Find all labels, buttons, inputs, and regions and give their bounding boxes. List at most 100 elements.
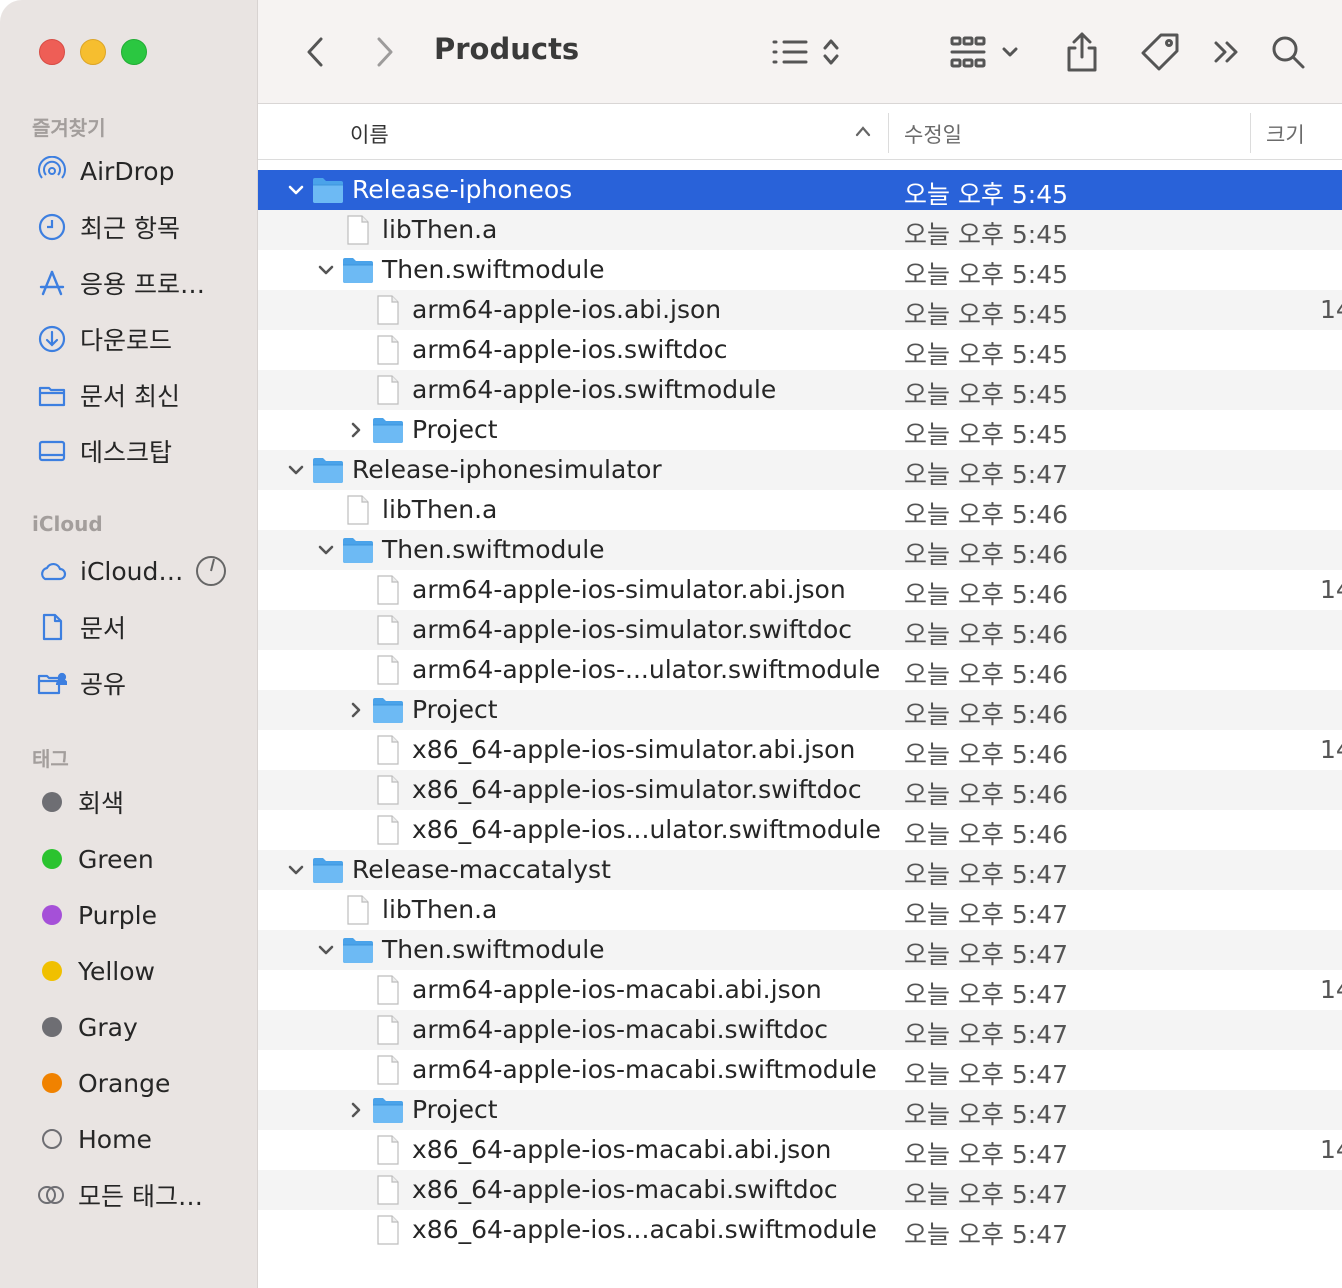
folder-row[interactable]: Then.swiftmodule 오늘 오후 5:45 bbox=[258, 250, 1342, 290]
row-name: x86_64-apple-ios...acabi.swiftmodule bbox=[412, 1215, 877, 1244]
file-row[interactable]: x86_64-apple-ios-macabi.abi.json 오늘 오후 5:… bbox=[258, 1130, 1342, 1170]
row-name: libThen.a bbox=[382, 895, 498, 924]
forward-button[interactable] bbox=[368, 28, 402, 76]
file-row[interactable]: libThen.a 오늘 오후 5:47 bbox=[258, 890, 1342, 930]
download-icon bbox=[36, 323, 68, 355]
minimize-button[interactable] bbox=[80, 39, 106, 65]
disclosure-expanded-icon[interactable] bbox=[284, 178, 308, 202]
search-icon bbox=[1272, 36, 1305, 69]
folder-row[interactable]: Project 오늘 오후 5:45 bbox=[258, 410, 1342, 450]
column-size-header[interactable]: 크기 bbox=[1266, 119, 1305, 149]
file-row[interactable]: x86_64-apple-ios...ulator.swiftmodule 오늘 … bbox=[258, 810, 1342, 850]
column-divider[interactable] bbox=[1250, 113, 1251, 153]
row-date: 오늘 오후 5:45 bbox=[904, 380, 1069, 409]
row-date: 오늘 오후 5:47 bbox=[904, 1180, 1069, 1209]
file-row[interactable]: arm64-apple-ios-simulator.abi.json 오늘 오후 … bbox=[258, 570, 1342, 610]
sidebar-item-recents[interactable]: 최근 항목 bbox=[36, 207, 180, 247]
row-name: x86_64-apple-ios-simulator.abi.json bbox=[412, 735, 856, 764]
disclosure-expanded-icon[interactable] bbox=[314, 258, 338, 282]
row-size: 14 bbox=[1320, 1135, 1342, 1164]
file-row[interactable]: arm64-apple-ios-...ulator.swiftmodule 오늘 … bbox=[258, 650, 1342, 690]
folder-row[interactable]: Release-iphoneos 오늘 오후 5:45 bbox=[258, 170, 1342, 210]
search-button[interactable] bbox=[1268, 28, 1308, 76]
sidebar-item-documents-recent[interactable]: 문서 최신 bbox=[36, 375, 180, 415]
file-icon bbox=[372, 655, 404, 685]
folder-row[interactable]: Project 오늘 오후 5:46 bbox=[258, 690, 1342, 730]
row-size: 14 bbox=[1320, 295, 1342, 324]
file-icon bbox=[372, 375, 404, 405]
row-date: 오늘 오후 5:46 bbox=[904, 740, 1069, 769]
disclosure-collapsed-icon[interactable] bbox=[344, 418, 368, 442]
sidebar-item-icloud-drive[interactable]: iCloud… bbox=[36, 551, 227, 591]
file-row[interactable]: arm64-apple-ios.abi.json 오늘 오후 5:45 14 bbox=[258, 290, 1342, 330]
sidebar-tag-all[interactable]: 모든 태그… bbox=[36, 1175, 203, 1215]
disclosure-expanded-icon[interactable] bbox=[284, 858, 308, 882]
sidebar-tag-green[interactable]: Green bbox=[36, 839, 154, 879]
file-row[interactable]: x86_64-apple-ios...acabi.swiftmodule 오늘 오… bbox=[258, 1210, 1342, 1250]
folder-row[interactable]: Then.swiftmodule 오늘 오후 5:47 bbox=[258, 930, 1342, 970]
zoom-button[interactable] bbox=[121, 39, 147, 65]
sidebar-item-applications[interactable]: 응용 프로… bbox=[36, 263, 205, 303]
row-date: 오늘 오후 5:45 bbox=[904, 220, 1069, 249]
close-button[interactable] bbox=[39, 39, 65, 65]
back-button[interactable] bbox=[298, 28, 332, 76]
sidebar-item-label: 공유 bbox=[80, 670, 127, 699]
row-date: 오늘 오후 5:45 bbox=[904, 420, 1069, 449]
column-divider[interactable] bbox=[888, 113, 889, 153]
file-row[interactable]: arm64-apple-ios.swiftdoc 오늘 오후 5:45 bbox=[258, 330, 1342, 370]
sidebar-item-desktop[interactable]: 데스크탑 bbox=[36, 431, 172, 471]
sidebar-item-label: 모든 태그… bbox=[78, 1182, 203, 1211]
file-row[interactable]: arm64-apple-ios-macabi.swiftmodule 오늘 오후 … bbox=[258, 1050, 1342, 1090]
file-row[interactable]: arm64-apple-ios-macabi.swiftdoc 오늘 오후 5:4… bbox=[258, 1010, 1342, 1050]
row-name: Then.swiftmodule bbox=[382, 535, 605, 564]
group-button[interactable] bbox=[948, 28, 1024, 76]
folder-row[interactable]: Then.swiftmodule 오늘 오후 5:46 bbox=[258, 530, 1342, 570]
share-button[interactable] bbox=[1062, 28, 1102, 76]
file-row[interactable]: x86_64-apple-ios-simulator.abi.json 오늘 오후… bbox=[258, 730, 1342, 770]
file-icon bbox=[372, 1215, 404, 1245]
file-row[interactable]: arm64-apple-ios.swiftmodule 오늘 오후 5:45 bbox=[258, 370, 1342, 410]
row-name: Release-maccatalyst bbox=[352, 855, 611, 884]
disclosure-expanded-icon[interactable] bbox=[284, 458, 308, 482]
folder-icon bbox=[372, 695, 404, 725]
column-date-header[interactable]: 수정일 bbox=[904, 119, 962, 149]
row-name: Project bbox=[412, 1095, 498, 1124]
file-icon bbox=[342, 215, 374, 245]
back-icon bbox=[307, 37, 323, 67]
more-button[interactable] bbox=[1206, 28, 1246, 76]
folder-row[interactable]: Release-maccatalyst 오늘 오후 5:47 bbox=[258, 850, 1342, 890]
disclosure-collapsed-icon[interactable] bbox=[344, 698, 368, 722]
sidebar-tag-purple[interactable]: Purple bbox=[36, 895, 157, 935]
row-name: arm64-apple-ios-macabi.swiftmodule bbox=[412, 1055, 877, 1084]
sidebar-item-downloads[interactable]: 다운로드 bbox=[36, 319, 172, 359]
sidebar-item-label: 문서 최신 bbox=[80, 382, 180, 411]
sidebar-tag-home[interactable]: Home bbox=[36, 1119, 152, 1159]
row-name: x86_64-apple-ios-macabi.abi.json bbox=[412, 1135, 832, 1164]
column-name-header[interactable]: 이름 bbox=[350, 119, 389, 149]
sidebar-tag-yellow[interactable]: Yellow bbox=[36, 951, 155, 991]
sidebar-item-shared[interactable]: 공유 bbox=[36, 663, 126, 703]
file-row[interactable]: libThen.a 오늘 오후 5:45 bbox=[258, 210, 1342, 250]
disclosure-collapsed-icon[interactable] bbox=[344, 1098, 368, 1122]
file-row[interactable]: libThen.a 오늘 오후 5:46 bbox=[258, 490, 1342, 530]
row-name: arm64-apple-ios.abi.json bbox=[412, 295, 722, 324]
folder-row[interactable]: Release-iphonesimulator 오늘 오후 5:47 bbox=[258, 450, 1342, 490]
row-date: 오늘 오후 5:46 bbox=[904, 540, 1069, 569]
file-row[interactable]: x86_64-apple-ios-macabi.swiftdoc 오늘 오후 5:… bbox=[258, 1170, 1342, 1210]
file-row[interactable]: arm64-apple-ios-macabi.abi.json 오늘 오후 5:4… bbox=[258, 970, 1342, 1010]
sidebar-item-airdrop[interactable]: AirDrop bbox=[36, 151, 174, 191]
folder-row[interactable]: Project 오늘 오후 5:47 bbox=[258, 1090, 1342, 1130]
file-row[interactable]: x86_64-apple-ios-simulator.swiftdoc 오늘 오후… bbox=[258, 770, 1342, 810]
sidebar-tag-orange[interactable]: Orange bbox=[36, 1063, 170, 1103]
sidebar-tag-gray[interactable]: Gray bbox=[36, 1007, 138, 1047]
sort-ascending-icon[interactable] bbox=[854, 123, 872, 139]
disclosure-expanded-icon[interactable] bbox=[314, 938, 338, 962]
disclosure-expanded-icon[interactable] bbox=[314, 538, 338, 562]
sidebar-tag-gray-kr[interactable]: 회색 bbox=[36, 782, 124, 822]
sidebar-item-icloud-documents[interactable]: 문서 bbox=[36, 607, 126, 647]
file-row[interactable]: arm64-apple-ios-simulator.swiftdoc 오늘 오후 … bbox=[258, 610, 1342, 650]
view-mode-button[interactable] bbox=[770, 28, 846, 76]
tag-button[interactable] bbox=[1138, 28, 1182, 76]
forward-icon bbox=[377, 37, 393, 67]
file-icon bbox=[372, 775, 404, 805]
